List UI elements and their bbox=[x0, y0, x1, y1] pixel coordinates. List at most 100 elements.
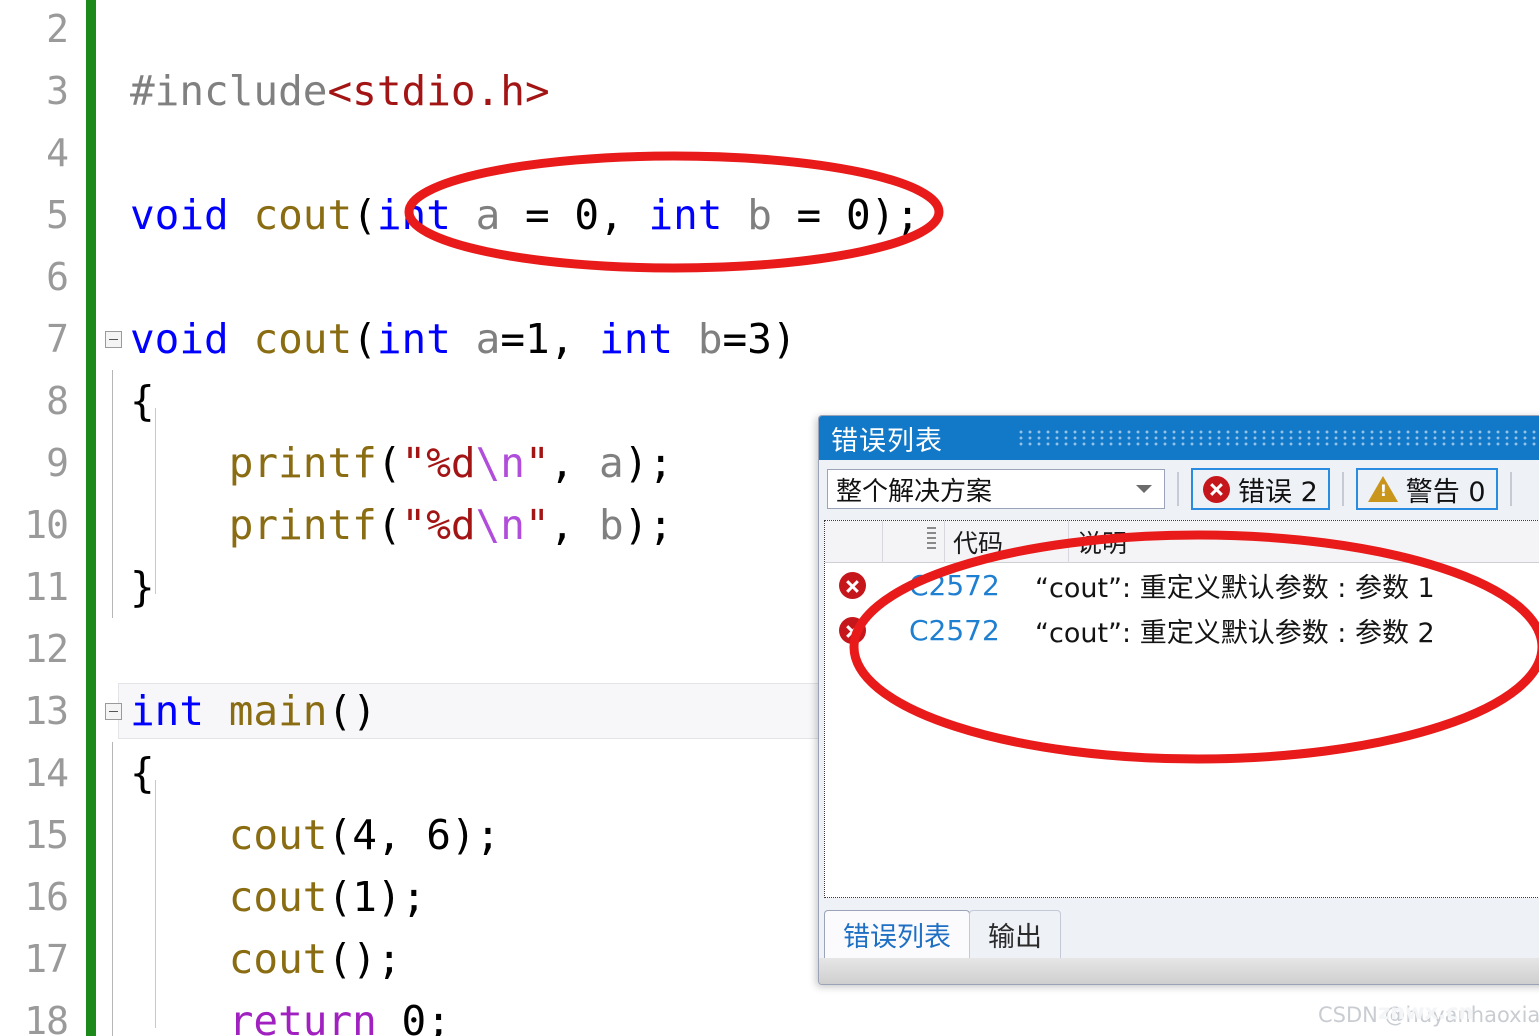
fold-margin[interactable] bbox=[96, 618, 130, 680]
error-list-toolbar[interactable]: 整个解决方案 错误 2 警告 0 bbox=[819, 460, 1539, 518]
code-token: ); bbox=[623, 439, 674, 487]
line-number: 18 bbox=[24, 999, 69, 1036]
change-bar bbox=[86, 432, 96, 494]
collapse-icon[interactable] bbox=[104, 702, 122, 720]
error-row[interactable]: C2572 “cout”: 重定义默认参数 : 参数 1 bbox=[825, 563, 1539, 608]
fold-margin[interactable] bbox=[96, 990, 130, 1036]
code-line[interactable]: 3 #include<stdio.h> bbox=[0, 60, 1539, 122]
code-token: ( bbox=[376, 501, 402, 549]
code-token: ( bbox=[352, 315, 377, 363]
column-header-severity[interactable] bbox=[825, 521, 883, 563]
error-code[interactable]: C2572 bbox=[885, 569, 1035, 602]
drag-grip-icon[interactable] bbox=[1019, 430, 1539, 446]
code-token: printf bbox=[228, 439, 377, 487]
code-token: \n bbox=[475, 439, 525, 487]
code-token: cout bbox=[253, 191, 353, 239]
code-token: ); bbox=[376, 873, 427, 921]
code-line[interactable]: 7 void cout(int a=1, int b=3) bbox=[0, 308, 1539, 370]
code-line-text: } bbox=[130, 556, 155, 618]
indent-guide bbox=[155, 408, 156, 594]
fold-margin[interactable] bbox=[96, 308, 130, 370]
change-bar bbox=[86, 246, 96, 308]
fold-margin[interactable] bbox=[96, 370, 130, 432]
line-number: 10 bbox=[24, 503, 69, 547]
code-token: = bbox=[722, 315, 748, 363]
code-token: "%d bbox=[401, 439, 476, 487]
tab-error-list[interactable]: 错误列表 bbox=[824, 910, 970, 958]
error-list-tabstrip[interactable]: 错误列表 输出 bbox=[824, 904, 1539, 958]
code-token: int bbox=[376, 191, 451, 239]
code-token: ) bbox=[771, 315, 797, 363]
error-rows-container: C2572 “cout”: 重定义默认参数 : 参数 1 C2572 “cout”: … bbox=[825, 563, 1539, 653]
line-number: 8 bbox=[46, 379, 69, 423]
code-line-text: printf("%d\n", a); bbox=[130, 432, 673, 494]
toolbar-separator bbox=[1177, 472, 1179, 506]
code-line[interactable]: 2 bbox=[0, 0, 1539, 60]
watermark-site: znwx.cn bbox=[1378, 1000, 1474, 1024]
line-number: 14 bbox=[24, 751, 69, 795]
code-line-text: return 0; bbox=[130, 990, 451, 1036]
error-description: “cout”: 重定义默认参数 : 参数 2 bbox=[1035, 618, 1435, 649]
change-bar bbox=[86, 990, 96, 1036]
chevron-down-icon bbox=[1136, 485, 1152, 493]
fold-margin[interactable] bbox=[96, 866, 130, 928]
code-line[interactable]: 4 bbox=[0, 122, 1539, 184]
code-line-text: void cout(int a = 0, int b = 0); bbox=[130, 184, 920, 246]
error-filter-button[interactable]: 错误 2 bbox=[1191, 468, 1330, 510]
grid-header-row[interactable]: 代码 说明 bbox=[825, 521, 1539, 563]
code-token: , bbox=[599, 191, 649, 239]
fold-margin[interactable] bbox=[96, 928, 130, 990]
error-list-titlebar[interactable]: 错误列表 bbox=[819, 416, 1539, 460]
code-token: 6 bbox=[426, 811, 451, 859]
code-token: } bbox=[130, 563, 155, 611]
code-token: , bbox=[549, 501, 600, 549]
code-token: = bbox=[500, 315, 525, 363]
fold-margin[interactable] bbox=[96, 804, 130, 866]
code-token: = bbox=[771, 191, 846, 239]
fold-guide-line bbox=[112, 928, 113, 990]
column-header-code[interactable]: 代码 bbox=[945, 521, 1069, 563]
error-code[interactable]: C2572 bbox=[885, 614, 1035, 647]
code-line[interactable]: 6 bbox=[0, 246, 1539, 308]
fold-margin[interactable] bbox=[96, 742, 130, 804]
code-line[interactable]: 5 void cout(int a = 0, int b = 0); bbox=[0, 184, 1539, 246]
code-token: #include bbox=[130, 67, 328, 115]
fold-margin[interactable] bbox=[96, 680, 130, 742]
panel-footer bbox=[819, 958, 1539, 984]
code-token: int bbox=[376, 315, 451, 363]
fold-margin[interactable] bbox=[96, 184, 130, 246]
code-token: 1 bbox=[352, 873, 377, 921]
code-token: <stdio.h> bbox=[327, 67, 550, 115]
fold-margin[interactable] bbox=[96, 494, 130, 556]
screenshot-root: 2 3 #include<stdio.h> 4 5 void cout(int a = 0… bbox=[0, 0, 1539, 1036]
fold-margin[interactable] bbox=[96, 556, 130, 618]
fold-margin[interactable] bbox=[96, 122, 130, 184]
column-header-marker[interactable] bbox=[883, 521, 945, 563]
warning-filter-button[interactable]: 警告 0 bbox=[1355, 468, 1498, 510]
fold-margin[interactable] bbox=[96, 60, 130, 122]
code-line-text: int main() bbox=[130, 680, 377, 742]
code-token: ; bbox=[426, 997, 451, 1036]
scope-dropdown[interactable]: 整个解决方案 bbox=[827, 469, 1165, 509]
code-line-text: cout(1); bbox=[130, 866, 427, 928]
line-number: 2 bbox=[46, 7, 69, 51]
error-list-panel[interactable]: 错误列表 整个解决方案 错误 2 警告 0 bbox=[818, 415, 1539, 985]
code-token: 0 bbox=[845, 191, 871, 239]
code-token: 0 bbox=[574, 191, 600, 239]
column-header-description[interactable]: 说明 bbox=[1069, 521, 1539, 563]
fold-margin[interactable] bbox=[96, 432, 130, 494]
fold-margin[interactable] bbox=[96, 246, 130, 308]
fold-margin[interactable] bbox=[96, 0, 130, 60]
code-line-text: { bbox=[130, 370, 155, 432]
code-line[interactable]: 18 return 0; bbox=[0, 990, 1539, 1036]
error-row[interactable]: C2572 “cout”: 重定义默认参数 : 参数 2 bbox=[825, 608, 1539, 653]
error-list-grid[interactable]: 代码 说明 C2572 “cout”: 重定义默认参数 : 参数 1 C2572 “c… bbox=[824, 520, 1539, 898]
tab-output[interactable]: 输出 bbox=[969, 910, 1061, 958]
toolbar-separator bbox=[1341, 472, 1344, 506]
fold-guide-line bbox=[112, 432, 113, 494]
collapse-icon[interactable] bbox=[104, 330, 122, 348]
error-description: “cout”: 重定义默认参数 : 参数 1 bbox=[1035, 573, 1435, 604]
